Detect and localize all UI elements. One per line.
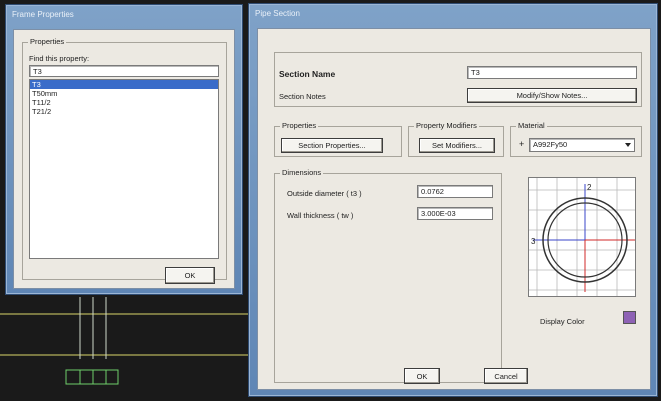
material-group: Material + A992Fy50 [510, 121, 642, 157]
list-item[interactable]: T21/2 [30, 107, 218, 116]
ok-button[interactable]: OK [404, 368, 440, 384]
display-color-label: Display Color [540, 317, 585, 326]
material-plus-icon[interactable]: + [519, 139, 524, 149]
outside-diameter-label: Outside diameter ( t3 ) [287, 189, 362, 198]
cad-background [0, 297, 248, 399]
section-name-label: Section Name [279, 69, 336, 79]
material-select[interactable]: A992Fy50 [529, 138, 635, 152]
ok-button[interactable]: OK [165, 267, 215, 284]
section-properties-group: Properties Section Properties... [274, 121, 402, 157]
properties-group-label: Properties [28, 37, 67, 46]
section-notes-label: Section Notes [279, 92, 326, 101]
section-name-panel: Section Name T3 Section Notes Modify/Sho… [274, 52, 642, 107]
find-property-label: Find this property: [29, 54, 90, 63]
property-modifiers-group-label: Property Modifiers [414, 121, 479, 130]
chevron-down-icon[interactable] [625, 143, 631, 147]
axis-3-label: 3 [531, 237, 536, 246]
section-properties-group-label: Properties [280, 121, 319, 130]
list-item[interactable]: T3 [30, 80, 218, 89]
modify-show-notes-button[interactable]: Modify/Show Notes... [467, 88, 637, 103]
set-modifiers-button[interactable]: Set Modifiers... [419, 138, 495, 153]
frame-properties-window: Frame Properties Properties Find this pr… [5, 4, 243, 295]
outside-diameter-input[interactable]: 0.0762 [417, 185, 493, 198]
material-group-label: Material [516, 121, 547, 130]
list-item[interactable]: T50mm [30, 89, 218, 98]
pipe-section-window: Pipe Section Section Name T3 Section Not… [248, 3, 658, 397]
list-item[interactable]: T11/2 [30, 98, 218, 107]
dimensions-group: Dimensions Outside diameter ( t3 ) 0.076… [274, 168, 502, 383]
property-modifiers-group: Property Modifiers Set Modifiers... [408, 121, 504, 157]
pipe-section-title: Pipe Section [255, 9, 300, 18]
axis-2-label: 2 [587, 183, 592, 192]
wall-thickness-input[interactable]: 3.000E-03 [417, 207, 493, 220]
display-color-swatch[interactable] [623, 311, 636, 324]
cancel-button[interactable]: Cancel [484, 368, 528, 384]
property-list[interactable]: T3 T50mm T11/2 T21/2 [29, 79, 219, 259]
find-property-input[interactable]: T3 [29, 65, 219, 77]
frame-properties-client: Properties Find this property: T3 T3 T50… [13, 29, 235, 289]
frame-properties-title: Frame Properties [12, 10, 74, 19]
wall-thickness-label: Wall thickness ( tw ) [287, 211, 354, 220]
section-preview: 2 3 [528, 177, 636, 297]
material-select-value: A992Fy50 [533, 140, 568, 149]
section-properties-button[interactable]: Section Properties... [281, 138, 383, 153]
dimensions-group-label: Dimensions [280, 168, 324, 177]
properties-group: Properties Find this property: T3 T3 T50… [22, 37, 227, 280]
cad-drawing [0, 297, 248, 385]
section-name-input[interactable]: T3 [467, 66, 637, 79]
pipe-section-client: Section Name T3 Section Notes Modify/Sho… [257, 28, 651, 390]
pipe-preview-drawing: 2 3 [529, 178, 635, 296]
